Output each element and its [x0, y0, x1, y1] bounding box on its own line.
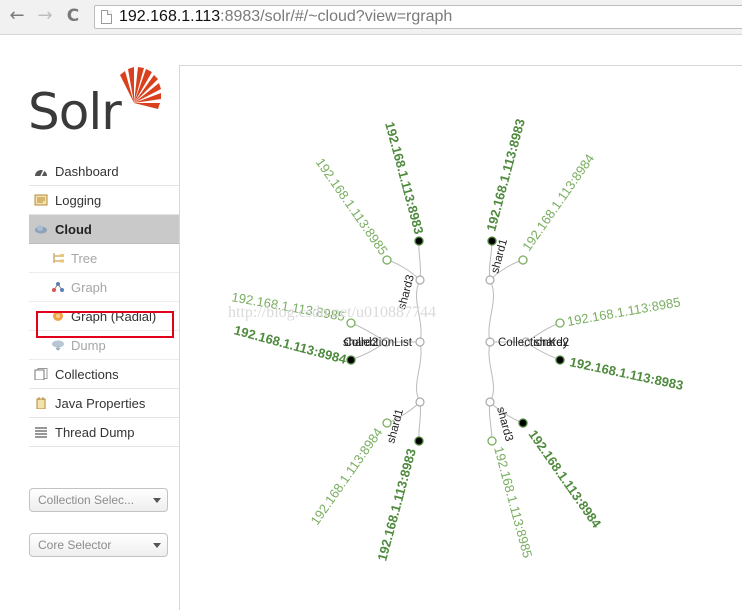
dump-icon [52, 340, 64, 351]
sidebar-item-graph[interactable]: Graph [29, 273, 180, 302]
sidebar-item-label: Collections [55, 367, 119, 382]
page-icon [101, 10, 112, 24]
url-text[interactable]: 192.168.1.113:8983/solr/#/~cloud?view=rg… [119, 8, 452, 26]
forward-icon[interactable]: → [34, 5, 56, 27]
address-bar[interactable]: 192.168.1.113:8983/solr/#/~cloud?view=rg… [94, 5, 742, 29]
thread-dump-icon [35, 427, 47, 438]
logging-icon [34, 194, 48, 206]
chevron-down-icon [153, 498, 161, 503]
chevron-down-icon [153, 543, 161, 548]
core-selector[interactable]: Core Selector [29, 533, 168, 557]
core-selector-value: Core Selector [38, 538, 112, 552]
watermark: http://blog.csdn.net/u010887744 [228, 304, 436, 321]
sidebar-item-label: Dump [71, 338, 106, 353]
cloud-icon [35, 225, 47, 234]
collection-selector-value: Collection Selec... [38, 493, 135, 507]
sidebar-item-label: Dashboard [55, 164, 119, 179]
tree-icon [53, 253, 64, 263]
url-host: 192.168.1.113 [119, 8, 221, 25]
sidebar-item-label: Tree [71, 251, 98, 266]
sidebar-menu: Dashboard Logging Cloud Tree Graph Graph… [29, 157, 180, 447]
url-path: :8983/solr/#/~cloud?view=rgraph [220, 8, 453, 25]
graph-icon [52, 282, 64, 292]
cloud-graph-panel [179, 65, 742, 610]
collection-selector[interactable]: Collection Selec... [29, 488, 168, 512]
java-properties-icon [36, 397, 46, 409]
solr-logo-text[interactable]: Solr [28, 83, 122, 141]
sidebar-item-label: Java Properties [55, 396, 146, 411]
sidebar-item-collections[interactable]: Collections [29, 360, 180, 389]
sidebar-item-label: Thread Dump [55, 425, 135, 440]
sidebar-item-thread-dump[interactable]: Thread Dump [29, 418, 180, 447]
reload-icon[interactable]: C [62, 5, 84, 27]
browser-toolbar: ← → C 192.168.1.113:8983/solr/#/~cloud?v… [0, 0, 742, 35]
back-icon[interactable]: ← [6, 5, 28, 27]
sidebar-item-label: Cloud [55, 222, 92, 237]
sidebar-item-dashboard[interactable]: Dashboard [29, 157, 180, 186]
selection-highlight [36, 311, 174, 338]
sidebar-item-logging[interactable]: Logging [29, 186, 180, 215]
sidebar-item-java-properties[interactable]: Java Properties [29, 389, 180, 418]
sidebar-item-cloud[interactable]: Cloud [29, 215, 180, 244]
dashboard-icon [35, 169, 47, 177]
sidebar-item-tree[interactable]: Tree [29, 244, 180, 273]
sidebar-item-label: Logging [55, 193, 102, 208]
collections-icon [34, 368, 48, 380]
sidebar-item-label: Graph [71, 280, 108, 295]
